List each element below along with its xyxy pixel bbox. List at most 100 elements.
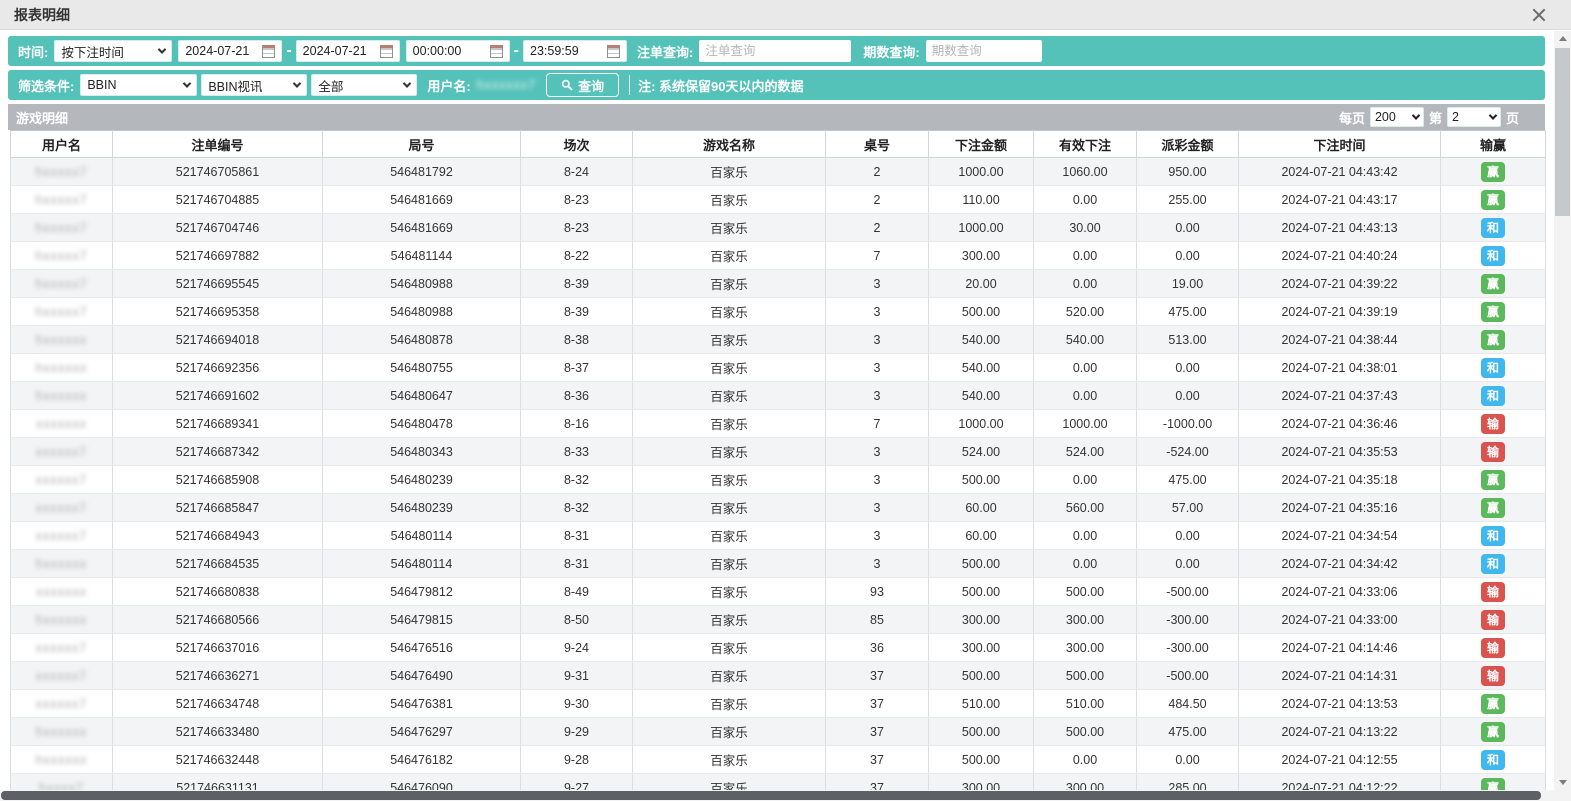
table-row: xxxxxx75217466370165464765169-24百家乐36300… [11, 634, 1546, 662]
title-bar: 报表明细 [0, 0, 1571, 30]
time-to-input[interactable]: 23:59:59 [523, 40, 627, 62]
result-badge-win[interactable]: 赢 [1481, 274, 1505, 294]
vertical-scrollbar-thumb[interactable] [1555, 48, 1570, 216]
username-censored: hxxxxxx [36, 333, 87, 347]
scroll-down-arrow[interactable] [1554, 775, 1571, 790]
table-row: xxxxxx75217466873425464803438-33百家乐3524.… [11, 438, 1546, 466]
chevron-down-icon [183, 79, 191, 87]
table-row: hxxxxxx5217466923565464807558-37百家乐3540.… [11, 354, 1546, 382]
search-icon [561, 79, 573, 91]
calendar-icon[interactable] [490, 45, 503, 58]
chevron-down-icon [158, 45, 166, 53]
time-range-dash: - [514, 42, 519, 60]
result-badge-tie[interactable]: 和 [1481, 526, 1505, 546]
chevron-down-icon [1489, 111, 1497, 119]
chevron-down-icon [403, 79, 411, 87]
username-censored: hxxxxxx [36, 725, 87, 739]
table-row: hxxxxx75217466978825464811448-22百家乐7300.… [11, 242, 1546, 270]
username-censored: xxxxxx7 [36, 501, 87, 515]
result-badge-win[interactable]: 赢 [1481, 498, 1505, 518]
username-censored: hxxxxx7 [35, 249, 87, 263]
calendar-icon[interactable] [607, 45, 620, 58]
table-row: hxxxxxx5217466805665464798158-50百家乐85300… [11, 606, 1546, 634]
username-censored: hxxxxxx [36, 557, 87, 571]
result-badge-win[interactable]: 赢 [1481, 162, 1505, 182]
table-row: xxxxxxx5217466808385464798128-49百家乐93500… [11, 578, 1546, 606]
bets-table: 用户名注单编号局号场次游戏名称桌号下注金额有效下注派彩金额下注时间输赢 hxxx… [10, 130, 1546, 801]
result-badge-win[interactable]: 赢 [1481, 722, 1505, 742]
result-badge-tie[interactable]: 和 [1481, 358, 1505, 378]
username-censored: hxxxxxx [36, 361, 87, 375]
col-header-9: 下注时间 [1239, 131, 1441, 158]
page-number-label: 第 [1429, 108, 1442, 127]
col-header-3: 场次 [521, 131, 633, 158]
filter-bar-time: 时间: 按下注时间 2024-07-21 - 2024-07-21 00:00:… [8, 36, 1545, 66]
result-badge-lose[interactable]: 输 [1481, 414, 1505, 434]
result-badge-win[interactable]: 赢 [1481, 302, 1505, 322]
result-badge-win[interactable]: 赢 [1481, 470, 1505, 490]
per-page-label: 每页 [1339, 108, 1365, 127]
calendar-icon[interactable] [262, 45, 275, 58]
game-type-select[interactable]: 全部 [311, 74, 417, 96]
result-badge-win[interactable]: 赢 [1481, 330, 1505, 350]
result-badge-lose[interactable]: 输 [1481, 582, 1505, 602]
table-row: hxxxxxx5217466916025464806478-36百家乐3540.… [11, 382, 1546, 410]
date-to-input[interactable]: 2024-07-21 [296, 40, 400, 62]
result-badge-tie[interactable]: 和 [1481, 386, 1505, 406]
result-badge-win[interactable]: 赢 [1481, 694, 1505, 714]
result-badge-tie[interactable]: 和 [1481, 246, 1505, 266]
filter-bar-conditions: 筛选条件: BBIN BBIN视讯 全部 用户名: hxxxxxx7 查询 [8, 70, 1545, 100]
result-badge-tie[interactable]: 和 [1481, 750, 1505, 770]
date-from-input[interactable]: 2024-07-21 [178, 40, 282, 62]
retention-note: 注: 系统保留90天以内的数据 [638, 76, 803, 95]
report-detail-window: 报表明细 时间: 按下注时间 2024-07-21 - 2024-07-21 0… [0, 0, 1571, 801]
col-header-7: 有效下注 [1034, 131, 1137, 158]
period-query-input[interactable] [926, 40, 1042, 62]
table-row: hxxxxxx5217466940185464808788-38百家乐3540.… [11, 326, 1546, 354]
table-row: hxxxxx75217467047465464816698-23百家乐21000… [11, 214, 1546, 242]
period-query-label: 期数查询: [863, 42, 919, 61]
result-badge-win[interactable]: 赢 [1481, 190, 1505, 210]
close-icon[interactable] [1531, 7, 1547, 23]
calendar-icon[interactable] [380, 45, 393, 58]
vendor-select[interactable]: BBIN [80, 74, 197, 96]
horizontal-scrollbar-thumb[interactable] [1, 791, 1541, 800]
username-censored: hxxxxx7 [35, 305, 87, 319]
username-censored: hxxxxxx [36, 753, 87, 767]
bet-query-input[interactable] [699, 40, 851, 62]
time-from-input[interactable]: 00:00:00 [406, 40, 510, 62]
table-row: xxxxxx75217466858475464802398-32百家乐360.0… [11, 494, 1546, 522]
table-row: xxxxxx75217466347485464763819-30百家乐37510… [11, 690, 1546, 718]
scroll-up-arrow[interactable] [1554, 31, 1571, 46]
result-badge-lose[interactable]: 输 [1481, 666, 1505, 686]
chevron-down-icon [293, 79, 301, 87]
filter-conditions-label: 筛选条件: [18, 76, 74, 95]
table-row: hxxxxxx5217466324485464761829-28百家乐37500… [11, 746, 1546, 774]
username-censored: xxxxxx7 [36, 445, 87, 459]
result-badge-tie[interactable]: 和 [1481, 554, 1505, 574]
result-badge-lose[interactable]: 输 [1481, 610, 1505, 630]
col-header-10: 输赢 [1441, 131, 1546, 158]
section-bar: 游戏明细 每页 200 第 2 页 [8, 104, 1545, 130]
time-mode-select[interactable]: 按下注时间 [54, 40, 172, 62]
col-header-0: 用户名 [11, 131, 113, 158]
page-title: 报表明细 [14, 5, 70, 25]
result-badge-lose[interactable]: 输 [1481, 442, 1505, 462]
horizontal-scrollbar[interactable] [0, 790, 1554, 801]
result-badge-tie[interactable]: 和 [1481, 218, 1505, 238]
username-value-censored: hxxxxxx7 [477, 78, 536, 92]
table-row: hxxxxxx5217466845355464801148-31百家乐3500.… [11, 550, 1546, 578]
chevron-down-icon [1412, 111, 1420, 119]
category-select[interactable]: BBIN视讯 [201, 74, 307, 96]
search-button[interactable]: 查询 [546, 73, 619, 97]
username-label: 用户名: [427, 76, 470, 95]
page-number-select[interactable]: 2 [1447, 107, 1501, 127]
vertical-scrollbar[interactable] [1554, 31, 1571, 790]
table-row: xxxxxx75217466859085464802398-32百家乐3500.… [11, 466, 1546, 494]
result-badge-lose[interactable]: 输 [1481, 638, 1505, 658]
col-header-8: 派彩金额 [1137, 131, 1239, 158]
per-page-select[interactable]: 200 [1370, 107, 1424, 127]
triangle-down-icon [1559, 780, 1567, 785]
table-row: hxxxxxx5217466334805464762979-29百家乐37500… [11, 718, 1546, 746]
divider [629, 75, 630, 95]
